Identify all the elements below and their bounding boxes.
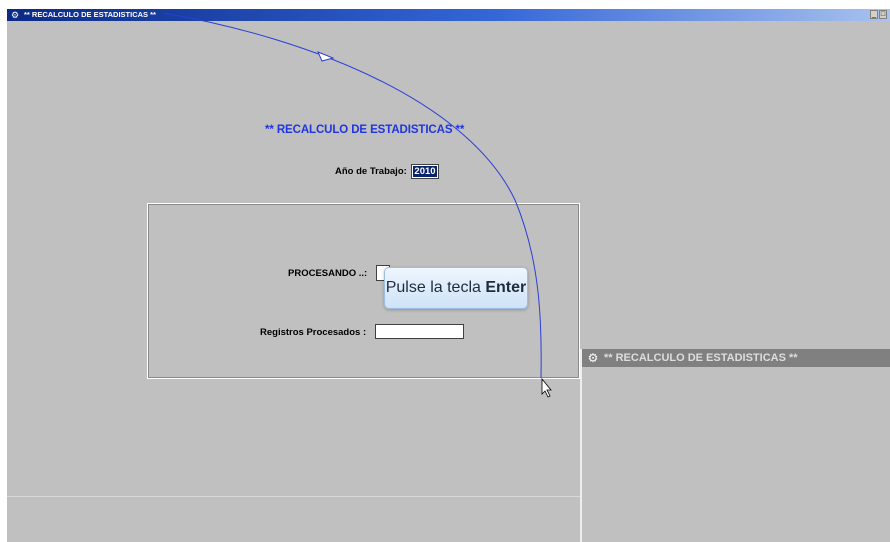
key-hint-key: Enter — [485, 279, 527, 296]
form-heading: ** RECALCULO DE ESTADISTICAS ** — [265, 124, 465, 136]
key-hint-text: Pulse la tecla — [385, 279, 481, 296]
window-title: ** RECALCULO DE ESTADISTICAS ** — [24, 10, 156, 19]
records-field[interactable] — [375, 324, 464, 339]
processing-label: PROCESANDO ..: — [288, 268, 368, 279]
year-value: 2010 — [413, 166, 437, 177]
records-label: Registros Procesados : — [260, 327, 367, 338]
maximize-button[interactable]: □ — [879, 10, 887, 19]
minimize-button[interactable]: _ — [870, 10, 878, 19]
secondary-window-title: ** RECALCULO DE ESTADISTICAS ** — [604, 352, 798, 364]
gear-icon: ⚙ — [587, 351, 599, 365]
year-input[interactable]: 2010 — [411, 164, 439, 179]
secondary-window: ⚙ ** RECALCULO DE ESTADISTICAS ** — [580, 349, 890, 542]
desktop: ⚙ ** RECALCULO DE ESTADISTICAS ** _ □ **… — [0, 0, 890, 542]
title-bar[interactable]: ⚙ ** RECALCULO DE ESTADISTICAS ** _ □ — [7, 9, 890, 21]
gear-icon: ⚙ — [10, 10, 20, 20]
window-controls: _ □ — [870, 10, 887, 19]
key-hint-tooltip: Pulse la tecla Enter — [384, 267, 528, 309]
secondary-title-bar[interactable]: ⚙ ** RECALCULO DE ESTADISTICAS ** — [582, 349, 890, 367]
divider — [7, 496, 583, 497]
year-label: Año de Trabajo: — [335, 166, 407, 177]
